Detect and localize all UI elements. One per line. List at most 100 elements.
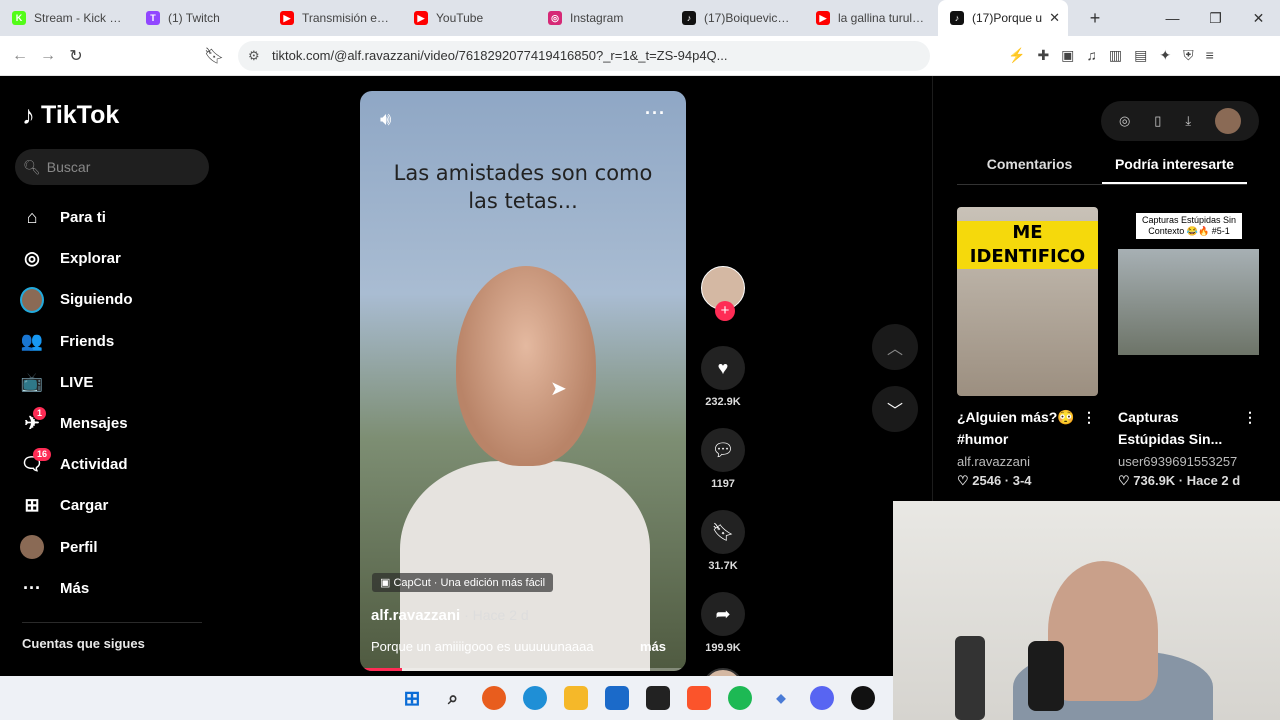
card-options-icon[interactable]: ⋮: [1082, 406, 1096, 428]
tab-label: la gallina turuleca: [838, 11, 926, 25]
microphone-object: [1028, 641, 1064, 711]
user-avatar[interactable]: [1215, 108, 1242, 134]
previous-video-button[interactable]: ︿: [872, 324, 918, 370]
live-icon: 📺: [20, 371, 44, 392]
tab-comments[interactable]: Comentarios: [957, 156, 1102, 184]
notes-icon[interactable]: [646, 686, 670, 710]
tab-favicon-icon: ◎: [548, 11, 562, 25]
author-avatar[interactable]: +: [701, 266, 745, 321]
close-tab-icon[interactable]: ✕: [1049, 10, 1060, 26]
browser-tab[interactable]: ♪ (17)Boiquevich La: [670, 0, 804, 36]
download-icon[interactable]: ⤓: [1185, 113, 1191, 129]
browser-tab[interactable]: ▶ Transmisión en vi: [268, 0, 402, 36]
related-video-card[interactable]: ME IDENTIFICO ¿Alguien más?😳 #humor ⋮ al…: [957, 207, 1098, 489]
sidebar-item-perfil[interactable]: Perfil: [20, 527, 133, 568]
browser-tab[interactable]: ▶ la gallina turuleca: [804, 0, 938, 36]
compass-icon[interactable]: ◎: [1119, 113, 1130, 129]
capcut-badge[interactable]: ▣ CapCut · Una edición más fácil: [372, 573, 554, 592]
app-icon[interactable]: ◆: [769, 686, 793, 710]
thermos-object: [955, 636, 985, 720]
tab-related[interactable]: Podría interesarte: [1102, 156, 1247, 184]
site-settings-icon[interactable]: ⚙: [248, 48, 260, 64]
store-icon[interactable]: [605, 686, 629, 710]
chevron-down-icon: ﹀: [886, 403, 903, 420]
windows-start-icon[interactable]: ⊞: [400, 686, 424, 710]
card-options-icon[interactable]: ⋮: [1243, 406, 1257, 428]
sidebar-item-live[interactable]: 📺 LIVE: [20, 362, 133, 403]
new-tab-button[interactable]: +: [1080, 8, 1110, 29]
spotify-icon[interactable]: [728, 686, 752, 710]
file-explorer-icon[interactable]: [564, 686, 588, 710]
browser-tab[interactable]: ◎ Instagram: [536, 0, 670, 36]
search-icon[interactable]: ⌕: [441, 686, 465, 710]
tab-favicon-icon: ▶: [414, 11, 428, 25]
card-user[interactable]: alf.ravazzani: [957, 454, 1098, 469]
sidebar-icon[interactable]: ▥: [1109, 47, 1122, 64]
browser-tab-strip: K Stream - Kick Das T (1) Twitch ▶ Transmisió…: [0, 0, 1280, 36]
sidebar-item-actividad[interactable]: 🗨 16 Actividad: [20, 444, 133, 485]
bookmark-icon[interactable]: 🔖︎: [200, 46, 228, 66]
close-window-button[interactable]: ✕: [1237, 0, 1280, 36]
minimize-button[interactable]: —: [1151, 0, 1194, 36]
sidebar-item-mensajes[interactable]: ✈ 1 Mensajes: [20, 403, 133, 444]
volume-icon[interactable]: 🔊︎: [380, 109, 391, 130]
search-input[interactable]: 🔍︎ Buscar: [15, 149, 209, 185]
extension-icon[interactable]: ⚡: [1008, 47, 1025, 64]
video-time: · Hace 2 d: [460, 607, 529, 623]
forward-icon[interactable]: →: [34, 47, 62, 65]
sidebar-item-para-ti[interactable]: ⌂ Para ti: [20, 197, 133, 238]
url-field[interactable]: ⚙ tiktok.com/@alf.ravazzani/video/761829…: [238, 40, 930, 71]
sidebar-item-friends[interactable]: 👥 Friends: [20, 321, 133, 362]
card-user[interactable]: user6939691553257: [1118, 454, 1259, 469]
music-icon[interactable]: ♫: [1086, 47, 1097, 64]
browser-tab[interactable]: ▶ YouTube: [402, 0, 536, 36]
back-icon[interactable]: ←: [6, 47, 34, 65]
like-button[interactable]: ♥: [701, 346, 745, 390]
sidebar-item-label: Actividad: [60, 456, 128, 474]
ai-icon[interactable]: ✦: [1159, 47, 1171, 64]
sidebar-item-m-s[interactable]: ··· Más: [20, 568, 133, 609]
video-thumbnail[interactable]: ME IDENTIFICO: [957, 207, 1098, 396]
more-link[interactable]: más: [640, 639, 666, 654]
para-ti-icon: ⌂: [26, 207, 38, 228]
comment-button[interactable]: 💬︎: [701, 428, 745, 472]
save-count: 31.7K: [708, 560, 738, 572]
browser-tab[interactable]: T (1) Twitch: [134, 0, 268, 36]
puzzle-icon[interactable]: ✚: [1037, 47, 1049, 64]
video-description: Porque un amiiiigooo es uuuuuunaaaa más: [371, 639, 666, 654]
brave-icon[interactable]: [687, 686, 711, 710]
browser-tab[interactable]: K Stream - Kick Das: [0, 0, 134, 36]
sidebar-item-explorar[interactable]: ◎ Explorar: [20, 238, 133, 279]
thumbnail-banner: Capturas Estúpidas Sin Contexto 😂🔥 #5-1: [1136, 213, 1242, 239]
wallet-icon[interactable]: ▤: [1134, 47, 1147, 64]
extension-icons: ⚡ ✚ ▣ ♫ ▥ ▤ ✦ ⛨ ≡: [1008, 47, 1214, 64]
more-options-icon[interactable]: ···: [645, 103, 666, 124]
sidebar-item-label: Mensajes: [60, 415, 128, 433]
edge-icon[interactable]: [523, 686, 547, 710]
firefox-icon[interactable]: [482, 686, 506, 710]
tiktok-logo[interactable]: ♪ TikTok: [22, 100, 119, 131]
thumbnail-banner: ME IDENTIFICO: [957, 221, 1098, 269]
save-button[interactable]: 🔖︎: [701, 510, 745, 554]
discord-icon[interactable]: [810, 686, 834, 710]
video-player[interactable]: 🔊︎ ··· Las amistades son como las tetas.…: [360, 91, 686, 671]
restore-button[interactable]: ❐: [1194, 0, 1237, 36]
tab-icon[interactable]: ▣: [1061, 47, 1074, 64]
video-thumbnail[interactable]: Capturas Estúpidas Sin Contexto 😂🔥 #5-1: [1118, 207, 1259, 396]
follow-plus-icon[interactable]: +: [715, 301, 735, 321]
sidebar-item-cargar[interactable]: ⊞ Cargar: [20, 485, 133, 526]
menu-icon[interactable]: ≡: [1206, 47, 1214, 64]
next-video-button[interactable]: ﹀: [872, 386, 918, 432]
shield-icon[interactable]: ⛨: [1183, 47, 1194, 64]
related-video-card[interactable]: Capturas Estúpidas Sin Contexto 😂🔥 #5-1 …: [1118, 207, 1259, 489]
obs-icon[interactable]: [851, 686, 875, 710]
share-button[interactable]: ➦: [701, 592, 745, 636]
video-progress[interactable]: [360, 668, 686, 671]
sidebar: ♪ TikTok 🔍︎ Buscar ⌂ Para ti ◎ Explorar Sigu…: [0, 76, 230, 676]
sidebar-item-siguiendo[interactable]: Siguiendo: [20, 279, 133, 320]
reload-icon[interactable]: ↻: [62, 46, 90, 66]
phone-icon[interactable]: ▯: [1154, 113, 1161, 129]
action-column: + ♥ 232.9K 💬︎ 1197 🔖︎ 31.7K ➦ 199.9K: [700, 266, 746, 710]
video-author[interactable]: alf.ravazzani · Hace 2 d: [371, 607, 529, 624]
tab-active[interactable]: ♪ (17)Porque u ✕: [938, 0, 1068, 36]
